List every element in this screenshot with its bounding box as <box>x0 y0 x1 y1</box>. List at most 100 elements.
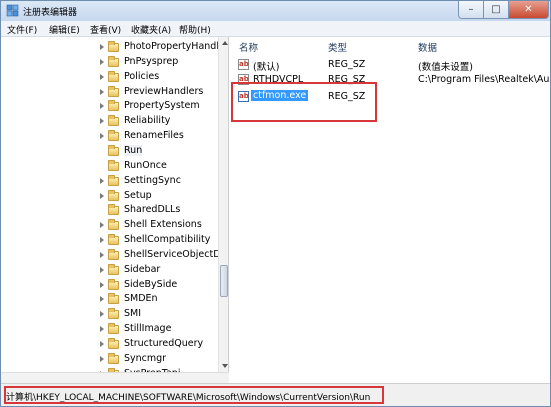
tree-item-policies[interactable]: Policies <box>1 70 218 85</box>
status-bar: 计算机\HKEY_LOCAL_MACHINE\SOFTWARE\Microsof… <box>1 383 550 406</box>
tree-item-previewhandlers[interactable]: PreviewHandlers <box>1 85 218 100</box>
folder-icon <box>108 248 119 260</box>
expand-arrow-icon[interactable] <box>100 44 104 50</box>
tree-item-label: SettingSync <box>124 174 181 186</box>
tree-item-setup[interactable]: Setup <box>1 189 218 204</box>
tree-item-label: Run <box>124 144 143 156</box>
key-tree[interactable]: PhotoPropertyHandle PnPsysprep Policies Pre… <box>1 37 218 372</box>
tree-item-label: PnPsysprep <box>124 55 179 67</box>
expand-arrow-icon[interactable] <box>100 177 104 184</box>
folder-icon <box>108 352 119 364</box>
tree-item-reliability[interactable]: Reliability <box>1 114 218 129</box>
window-title: 注册表编辑器 <box>23 8 78 18</box>
value-name: (默认) <box>253 62 280 73</box>
minimize-button[interactable]: – <box>458 1 484 19</box>
folder-icon <box>108 41 119 52</box>
close-button[interactable]: ✕ <box>509 1 549 19</box>
tree-item-label: PropertySystem <box>124 100 200 112</box>
expand-arrow-icon[interactable] <box>100 118 104 125</box>
tree-item-shell-extensions[interactable]: Shell Extensions <box>1 218 218 233</box>
tree-item-renamefiles[interactable]: RenameFiles <box>1 129 218 144</box>
tree-item-shareddlls[interactable]: SharedDLLs <box>1 203 218 218</box>
folder-icon <box>108 189 119 201</box>
expand-arrow-icon[interactable] <box>100 251 104 258</box>
folder-icon <box>108 115 119 127</box>
tree-vertical-scrollbar[interactable] <box>218 37 229 372</box>
tree-item-propertysystem[interactable]: PropertySystem <box>1 99 218 114</box>
folder-icon <box>108 278 119 290</box>
tree-item-smden[interactable]: SMDEn <box>1 292 218 307</box>
expand-arrow-icon[interactable] <box>100 192 104 199</box>
expand-arrow-icon[interactable] <box>100 281 104 288</box>
folder-icon <box>108 159 119 171</box>
folder-icon <box>108 70 119 82</box>
folder-icon <box>108 323 119 335</box>
column-header-type[interactable]: 类型 <box>328 40 347 54</box>
expand-arrow-icon[interactable] <box>100 341 104 347</box>
folder-icon <box>108 100 119 112</box>
scroll-down-arrow-icon[interactable] <box>222 364 228 368</box>
column-header-data[interactable]: 数据 <box>418 40 437 54</box>
folder-icon <box>108 219 119 231</box>
value-data: (数值未设置) <box>418 62 473 73</box>
tree-item-label: ShellCompatibility <box>124 234 211 246</box>
folder-icon <box>108 55 119 67</box>
tree-item-shellserviceobjectdel[interactable]: ShellServiceObjectDel <box>1 248 218 263</box>
string-value-icon: ab <box>238 59 249 70</box>
tree-item-label: Sidebar <box>124 263 161 275</box>
tree-item-label: StructuredQuery <box>124 338 204 349</box>
tree-horizontal-scrollbar[interactable] <box>1 372 229 383</box>
scroll-thumb[interactable] <box>220 265 228 297</box>
maximize-button[interactable]: □ <box>484 1 509 19</box>
expand-arrow-icon[interactable] <box>100 296 104 303</box>
tree-item-sidebyside[interactable]: SideBySide <box>1 278 218 293</box>
tree-item-label: SMI <box>124 308 142 320</box>
expand-arrow-icon[interactable] <box>100 266 104 273</box>
value-list[interactable]: 名称 类型 数据 ab (默认) REG_SZ (数值未设置) ab RTHDV… <box>231 37 550 383</box>
folder-icon <box>108 130 119 142</box>
tree-item-label: PhotoPropertyHandle <box>124 41 218 52</box>
tree-item-label: Setup <box>124 189 152 201</box>
folder-icon <box>108 85 119 97</box>
tree-item-shellcompatibility[interactable]: ShellCompatibility <box>1 233 218 248</box>
menu-edit[interactable]: 编辑(E) <box>49 23 80 36</box>
column-header-name[interactable]: 名称 <box>239 40 258 54</box>
expand-arrow-icon[interactable] <box>100 58 104 65</box>
tree-item-stillimage[interactable]: StillImage <box>1 322 218 337</box>
tree-item-structuredquery[interactable]: StructuredQuery <box>1 337 218 352</box>
folder-icon <box>108 204 119 216</box>
expand-arrow-icon[interactable] <box>100 237 104 244</box>
menu-file[interactable]: 文件(F) <box>7 23 37 36</box>
value-type: REG_SZ <box>328 59 366 70</box>
menu-favorites[interactable]: 收藏夹(A) <box>131 23 171 36</box>
tree-item-sidebar[interactable]: Sidebar <box>1 263 218 278</box>
menu-bar: 文件(F) 编辑(E) 查看(V) 收藏夹(A) 帮助(H) <box>1 21 550 37</box>
tree-item-run[interactable]: Run <box>1 144 218 159</box>
menu-view[interactable]: 查看(V) <box>90 23 121 36</box>
tree-item-label: SharedDLLs <box>124 204 181 216</box>
tree-item-settingsync[interactable]: SettingSync <box>1 174 218 189</box>
tree-item-label: Policies <box>124 70 160 82</box>
expand-arrow-icon[interactable] <box>100 103 104 110</box>
registry-editor-icon <box>6 4 19 17</box>
expand-arrow-icon[interactable] <box>100 311 104 318</box>
value-row-default[interactable]: ab (默认) REG_SZ (数值未设置) <box>231 57 550 73</box>
annotation-highlight-box <box>231 82 377 122</box>
tree-item-syncmgr[interactable]: Syncmgr <box>1 352 218 367</box>
tree-item-runonce[interactable]: RunOnce <box>1 159 218 174</box>
registry-editor-window: 注册表编辑器 – □ ✕ 文件(F) 编辑(E) 查看(V) 收藏夹(A) 帮助… <box>0 0 551 407</box>
expand-arrow-icon[interactable] <box>100 133 104 140</box>
tree-item-label: RenameFiles <box>124 130 184 142</box>
scroll-up-arrow-icon[interactable] <box>222 41 228 45</box>
expand-arrow-icon[interactable] <box>100 73 104 80</box>
folder-icon <box>108 144 119 156</box>
expand-arrow-icon[interactable] <box>100 88 104 95</box>
expand-arrow-icon[interactable] <box>100 355 104 362</box>
tree-item-smi[interactable]: SMI <box>1 307 218 322</box>
annotation-highlight-box <box>4 386 384 404</box>
tree-item-photopropertyhandle[interactable]: PhotoPropertyHandle <box>1 40 218 55</box>
expand-arrow-icon[interactable] <box>100 326 104 333</box>
menu-help[interactable]: 帮助(H) <box>179 23 211 36</box>
expand-arrow-icon[interactable] <box>100 222 104 229</box>
tree-item-pnpsysprep[interactable]: PnPsysprep <box>1 55 218 70</box>
